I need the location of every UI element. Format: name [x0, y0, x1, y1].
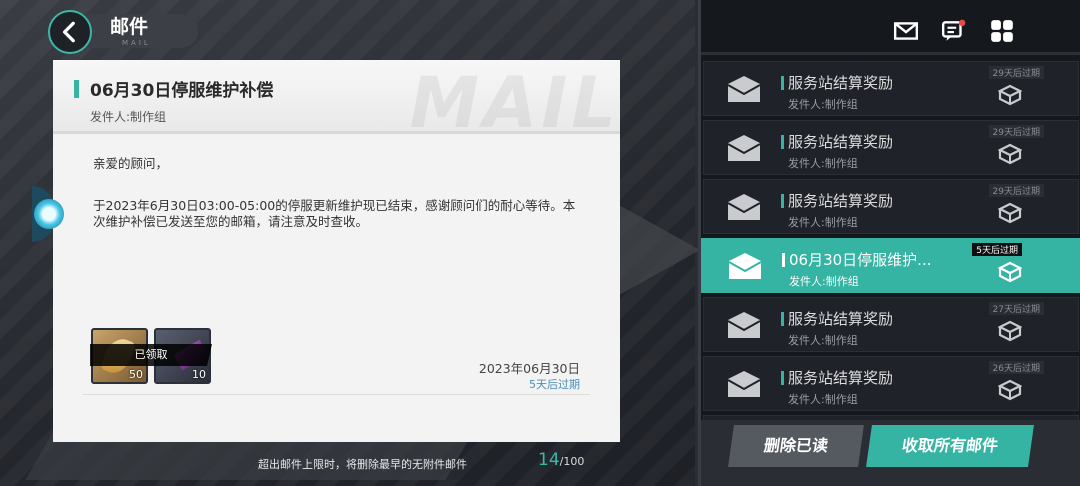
mail-item-expire: 5天后过期: [972, 243, 1022, 256]
mail-item-title: 服务站结算奖励: [788, 369, 894, 387]
mail-item-sender: 发件人:制作组: [788, 216, 858, 229]
row-accent-bar: [782, 253, 785, 267]
mail-item-title: 服务站结算奖励: [788, 133, 894, 151]
row-accent-bar: [781, 371, 784, 385]
page-subtitle: MAIL: [122, 39, 151, 47]
mail-item-sender: 发件人:制作组: [788, 98, 858, 111]
mail-greeting: 亲爱的顾问，: [93, 156, 169, 171]
gift-box-icon: [997, 202, 1023, 224]
gift-box-icon: [997, 320, 1023, 342]
gift-box-icon: [997, 84, 1023, 106]
mail-item-expire: 26天后过期: [988, 361, 1044, 374]
gift-box-icon: [997, 261, 1023, 283]
mail-item-sender: 发件人:制作组: [788, 393, 858, 406]
gift-box-icon: [997, 379, 1023, 401]
mail-list-item[interactable]: 服务站结算奖励发件人:制作组 26天后过期: [703, 356, 1079, 411]
gift-box-icon: [997, 143, 1023, 165]
orb-icon: [34, 199, 64, 229]
menu-grid-icon[interactable]: [987, 16, 1017, 46]
row-accent-bar: [781, 135, 784, 149]
mail-item-expire: 27天后过期: [988, 302, 1044, 315]
mail-list-item[interactable]: 服务站结算奖励发件人:制作组 29天后过期: [703, 61, 1079, 116]
envelope-icon: [726, 192, 762, 222]
mail-list-item[interactable]: 服务站结算奖励发件人:制作组 29天后过期: [703, 120, 1079, 175]
sender-name: 制作组: [130, 110, 167, 124]
mail-body: 亲爱的顾问， 于2023年6月30日03:00-05:00的停服更新维护现已结束…: [93, 156, 583, 256]
envelope-icon: [726, 369, 762, 399]
mail-list-panel: 服务站结算奖励 发件人:制作组 29天后过期 服务站结算奖励 发件人:制作组 29天后过期…: [698, 0, 1080, 486]
mail-content: 于2023年6月30日03:00-05:00的停服更新维护现已结束，感谢顾问们的…: [93, 198, 576, 229]
back-button[interactable]: [48, 10, 92, 54]
mail-icon[interactable]: [891, 16, 921, 46]
row-accent-bar: [781, 76, 784, 90]
mail-item-sender: 发件人:制作组: [788, 334, 858, 347]
mail-detail-card: MAIL 06月30日停服维护补偿 发件人:制作组 亲爱的顾问， 于2023年6…: [53, 60, 620, 442]
mail-item-expire: 29天后过期: [988, 66, 1044, 79]
mail-sender: 发件人:制作组: [90, 108, 166, 125]
top-toolbar: [698, 14, 1080, 48]
page-title: 邮件: [110, 16, 149, 38]
mail-item-title: 服务站结算奖励: [788, 74, 894, 92]
chat-icon[interactable]: [939, 16, 969, 46]
mail-item-sender: 发件人:制作组: [789, 275, 859, 288]
envelope-icon: [726, 74, 762, 104]
divider: [83, 394, 590, 395]
mail-limit-note: 超出邮件上限时，将删除最早的无附件邮件: [258, 458, 467, 471]
envelope-icon: [727, 251, 763, 281]
mail-list-item[interactable]: 06月30日停服维护... 发件人:制作组 5天后过期: [701, 238, 1080, 293]
mail-list-item[interactable]: 服务站结算奖励发件人:制作组 27天后过期: [703, 297, 1079, 352]
attachment-count: 10: [192, 368, 206, 381]
envelope-icon: [726, 310, 762, 340]
row-accent-bar: [781, 194, 784, 208]
envelope-icon: [726, 133, 762, 163]
bottom-action-bar: 删除已读 收取所有邮件: [701, 420, 1080, 486]
mail-item-title: 服务站结算奖励: [788, 310, 894, 328]
claimed-badge: 已领取: [90, 344, 212, 366]
sender-label: 发件人:: [90, 110, 131, 124]
mail-title: 06月30日停服维护补偿: [90, 81, 274, 101]
mail-item-expire: 29天后过期: [988, 125, 1044, 138]
delete-read-button[interactable]: 删除已读: [728, 425, 864, 467]
collect-all-button[interactable]: 收取所有邮件: [866, 425, 1034, 467]
divider: [701, 52, 1080, 55]
row-accent-bar: [781, 312, 784, 326]
mail-list: 服务站结算奖励 发件人:制作组 29天后过期 服务站结算奖励 发件人:制作组 29天后过期…: [701, 60, 1080, 420]
mail-expire: 5天后过期: [529, 378, 580, 391]
mail-count: 14/100: [538, 450, 584, 470]
mail-count-current: 14: [538, 450, 560, 470]
title-accent-bar: [74, 80, 79, 98]
mail-item-expire: 29天后过期: [988, 184, 1044, 197]
mail-date: 2023年06月30日: [478, 361, 580, 376]
mail-count-total: /100: [559, 455, 585, 468]
mail-list-item[interactable]: 服务站结算奖励发件人:制作组 29天后过期: [703, 179, 1079, 234]
mail-item-title: 服务站结算奖励: [788, 192, 894, 210]
attachment-count: 50: [129, 368, 143, 381]
mail-item-sender: 发件人:制作组: [788, 157, 858, 170]
mail-item-title: 06月30日停服维护...: [789, 251, 932, 269]
mail-header: MAIL 06月30日停服维护补偿 发件人:制作组: [53, 60, 620, 144]
mail-watermark: MAIL: [409, 62, 620, 144]
back-arrow-icon: [62, 21, 75, 43]
